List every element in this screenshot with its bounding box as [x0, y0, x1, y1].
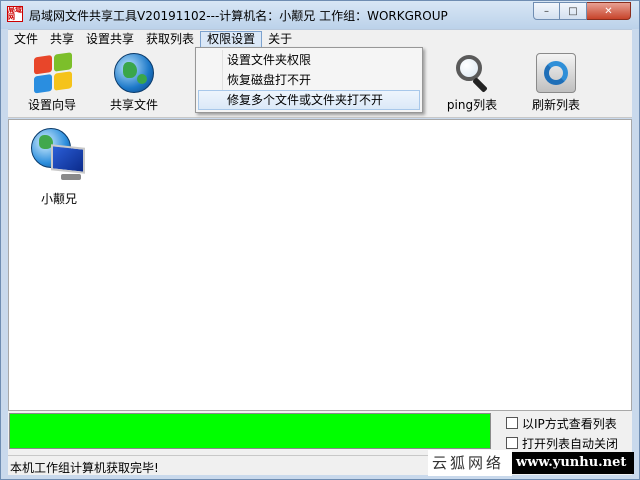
window-title: 局域网文件共享工具V20191102---计算机名：小颟兄 工作组：WORKGR…	[29, 9, 448, 23]
setup-wizard-button[interactable]: 设置向导	[12, 48, 92, 116]
bottom-panel: 以IP方式查看列表 打开列表自动关闭	[8, 411, 632, 455]
ip-view-checkbox[interactable]	[506, 417, 518, 429]
network-computer-icon	[31, 128, 87, 182]
menu-about[interactable]: 关于	[262, 31, 298, 48]
window-controls: – □ ✕	[533, 2, 631, 20]
auto-close-checkbox[interactable]	[506, 437, 518, 449]
close-button[interactable]: ✕	[587, 2, 631, 20]
computer-item[interactable]: 小颟兄	[25, 126, 93, 206]
maximize-button[interactable]: □	[560, 2, 587, 20]
refresh-icon	[536, 53, 576, 93]
progress-bar	[9, 413, 491, 449]
menu-get-list[interactable]: 获取列表	[140, 31, 200, 48]
watermark-url: www.yunhu.net	[512, 452, 634, 474]
computer-list-view[interactable]: 小颟兄	[8, 119, 632, 411]
app-window: 局域网 局域网文件共享工具V20191102---计算机名：小颟兄 工作组：WO…	[0, 0, 640, 480]
menu-item-repair-files[interactable]: 修复多个文件或文件夹打不开	[198, 90, 420, 110]
globe-icon	[114, 53, 154, 93]
menu-bar: 文件 共享 设置共享 获取列表 权限设置 关于	[8, 29, 632, 48]
refresh-list-button[interactable]: 刷新列表	[516, 48, 596, 116]
ip-view-option[interactable]: 以IP方式查看列表	[506, 415, 617, 431]
app-logo-text: 局域网	[8, 6, 22, 21]
app-logo-icon: 局域网	[7, 6, 23, 22]
watermark-chinese: 云狐网络	[428, 450, 512, 476]
title-bar[interactable]: 局域网 局域网文件共享工具V20191102---计算机名：小颟兄 工作组：WO…	[1, 1, 639, 29]
auto-close-option[interactable]: 打开列表自动关闭	[506, 435, 618, 451]
ping-list-label: ping列表	[446, 98, 498, 112]
refresh-list-label: 刷新列表	[531, 98, 580, 112]
menu-permissions[interactable]: 权限设置	[200, 30, 263, 48]
share-files-label: 共享文件	[109, 98, 158, 112]
menu-item-restore-disk[interactable]: 恢复磁盘打不开	[198, 70, 420, 90]
menu-set-share[interactable]: 设置共享	[80, 31, 140, 48]
menu-share[interactable]: 共享	[44, 31, 80, 48]
minimize-button[interactable]: –	[533, 2, 560, 20]
magnifier-icon	[452, 53, 492, 93]
windows-logo-icon	[32, 50, 72, 96]
status-text: 本机工作组计算机获取完毕!	[10, 461, 159, 475]
setup-wizard-label: 设置向导	[27, 98, 76, 112]
menu-item-set-folder-permissions[interactable]: 设置文件夹权限	[198, 50, 420, 70]
ip-view-label: 以IP方式查看列表	[522, 416, 617, 431]
permissions-dropdown-menu: 设置文件夹权限 恢复磁盘打不开 修复多个文件或文件夹打不开	[195, 47, 423, 113]
watermark: 云狐网络 www.yunhu.net	[428, 450, 636, 476]
menu-file[interactable]: 文件	[8, 31, 44, 48]
auto-close-label: 打开列表自动关闭	[522, 436, 619, 451]
share-files-button[interactable]: 共享文件	[94, 48, 174, 116]
ping-list-button[interactable]: ping列表	[432, 48, 512, 116]
computer-name: 小颟兄	[40, 192, 77, 206]
